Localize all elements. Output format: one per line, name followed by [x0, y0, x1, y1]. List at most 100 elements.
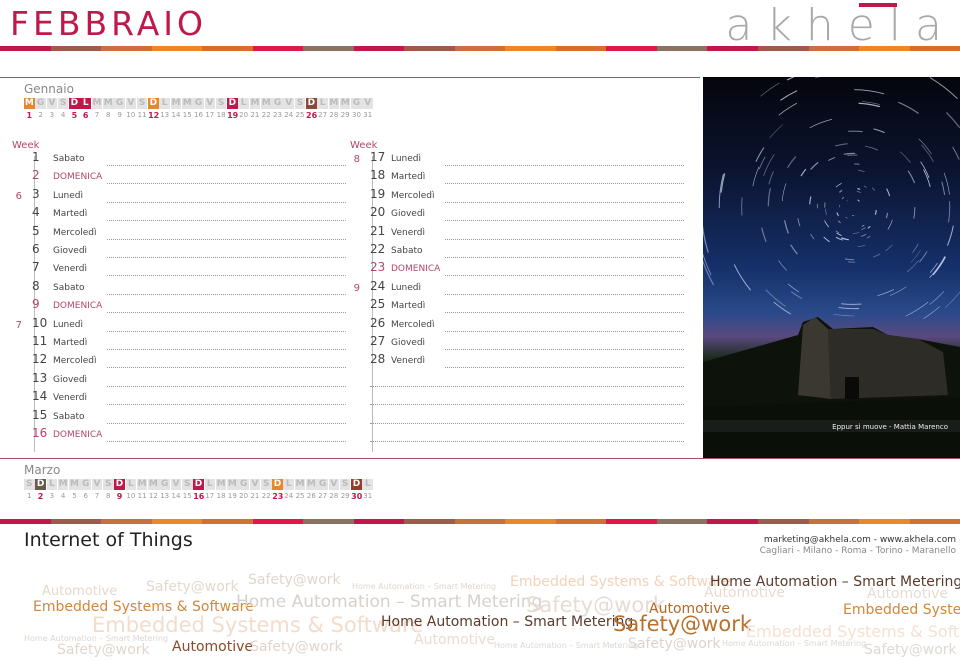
empty-row[interactable]	[350, 426, 690, 444]
day-row[interactable]: 22 Sabato	[350, 242, 690, 260]
date-number: 22	[261, 111, 271, 119]
mini-calendar-title: Marzo	[24, 463, 61, 477]
weekday-letter: V	[283, 98, 295, 109]
day-number: 21	[370, 223, 386, 238]
empty-row[interactable]	[350, 408, 690, 426]
weekday-letter: D	[148, 98, 159, 109]
weekday-letter: G	[159, 479, 170, 490]
day-number: 22	[370, 242, 386, 256]
day-name: Mercoledì	[53, 356, 97, 367]
writing-line	[107, 257, 346, 258]
day-name: Giovedì	[53, 246, 88, 256]
weekday-letter: M	[24, 98, 35, 109]
weekday-letter: L	[46, 479, 58, 490]
day-row[interactable]: 12 Mercoledì	[12, 352, 352, 370]
word-cloud-term: Automotive	[704, 585, 785, 601]
day-row[interactable]: 7 10 Lunedì	[12, 316, 352, 334]
date-number: 10	[126, 111, 136, 119]
weekday-letter: V	[328, 479, 340, 490]
day-row[interactable]: 15 Sabato	[12, 408, 352, 426]
date-number: 15	[182, 111, 192, 119]
weekday-letter: S	[57, 98, 69, 109]
weekday-letter: V	[249, 479, 261, 490]
writing-line	[107, 275, 346, 277]
day-row[interactable]: 16 DOMENICA	[12, 426, 352, 444]
day-row[interactable]: 27 Giovedì	[350, 334, 690, 352]
day-number: 4	[32, 205, 40, 220]
weekday-letter: V	[46, 98, 58, 109]
weekday-letter: L	[204, 479, 216, 490]
weekday-letter: V	[91, 479, 103, 490]
day-row[interactable]: 6 Giovedì	[12, 242, 352, 260]
word-cloud-term: Safety@work	[628, 636, 721, 652]
day-name: DOMENICA	[53, 172, 103, 183]
weekday-letter: M	[170, 98, 182, 109]
day-row[interactable]: 1 Sabato	[12, 150, 352, 168]
date-number: 20	[239, 492, 249, 500]
empty-row[interactable]	[350, 371, 690, 389]
date-number: 19	[227, 492, 237, 500]
day-row[interactable]: 7 Venerdì	[12, 260, 352, 278]
day-name: Venerdì	[391, 227, 425, 238]
weekday-letter: L	[238, 98, 249, 109]
day-row[interactable]: 2 DOMENICA	[12, 168, 352, 186]
stripe-segment	[50, 519, 102, 524]
date-number: 5	[71, 111, 78, 120]
day-row[interactable]: 8 Sabato	[12, 279, 352, 297]
stripe-segment	[151, 46, 203, 51]
week-number: 7	[15, 319, 22, 331]
day-number: 11	[32, 334, 48, 348]
day-row[interactable]: 20 Giovedì	[350, 205, 690, 223]
weekday-letter: G	[193, 98, 204, 109]
word-cloud-term: Safety@work	[613, 612, 752, 636]
empty-row[interactable]	[350, 389, 690, 407]
word-cloud-term: Automotive	[414, 632, 495, 648]
day-row[interactable]: 19 Mercoledì	[350, 187, 690, 205]
day-number: 13	[32, 370, 48, 385]
writing-line	[370, 404, 684, 406]
day-row[interactable]: 28 Venerdì	[350, 352, 690, 370]
weekday-letter: S	[24, 479, 35, 490]
day-number: 18	[370, 168, 386, 183]
weekday-letter: V	[170, 479, 182, 490]
day-row[interactable]: 18 Martedì	[350, 168, 690, 186]
date-number: 24	[284, 111, 294, 119]
day-name: Lunedì	[53, 319, 84, 330]
weekday-letter: L	[159, 98, 170, 109]
weekday-letter: S	[339, 479, 351, 490]
weekday-letter: D	[227, 98, 238, 109]
day-row[interactable]: 4 Martedì	[12, 205, 352, 223]
day-row[interactable]: 5 Mercoledì	[12, 224, 352, 242]
day-row[interactable]: 6 3 Lunedì	[12, 187, 352, 205]
weekday-letter: M	[294, 479, 306, 490]
weekday-letter: S	[215, 98, 227, 109]
day-row[interactable]: 26 Mercoledì	[350, 316, 690, 334]
day-row[interactable]: 11 Martedì	[12, 334, 352, 352]
stripe-segment	[0, 46, 51, 51]
writing-line	[107, 404, 346, 406]
day-row[interactable]: 9 24 Lunedì	[350, 279, 690, 297]
writing-line	[445, 257, 684, 258]
day-row[interactable]: 25 Martedì	[350, 297, 690, 315]
writing-line	[107, 293, 346, 295]
contact-email[interactable]: marketing@akhela.com - www.akhela.com	[760, 535, 956, 546]
stripe-segment	[505, 46, 556, 51]
date-number: 25	[295, 492, 305, 500]
date-number: 16	[194, 111, 203, 119]
stripe-segment	[454, 519, 506, 524]
weekday-letter: M	[181, 98, 193, 109]
day-row[interactable]: 9 DOMENICA	[12, 297, 352, 315]
day-row[interactable]: 23 DOMENICA	[350, 260, 690, 278]
day-row[interactable]: 14 Venerdì	[12, 389, 352, 407]
contact-cities: Cagliari - Milano - Roma - Torino - Mara…	[759, 546, 956, 556]
word-cloud-term: Embedded Systems & Software	[510, 574, 731, 590]
day-row[interactable]: 8 17 Lunedì	[350, 150, 690, 168]
date-number: 12	[148, 492, 158, 500]
date-number: 6	[82, 111, 89, 120]
weekday-letter: D	[114, 479, 125, 490]
date-number: 7	[94, 111, 100, 119]
date-number: 21	[250, 492, 260, 500]
day-row[interactable]: 21 Venerdì	[350, 224, 690, 242]
day-row[interactable]: 13 Giovedì	[12, 371, 352, 389]
stripe-segment	[101, 519, 152, 524]
